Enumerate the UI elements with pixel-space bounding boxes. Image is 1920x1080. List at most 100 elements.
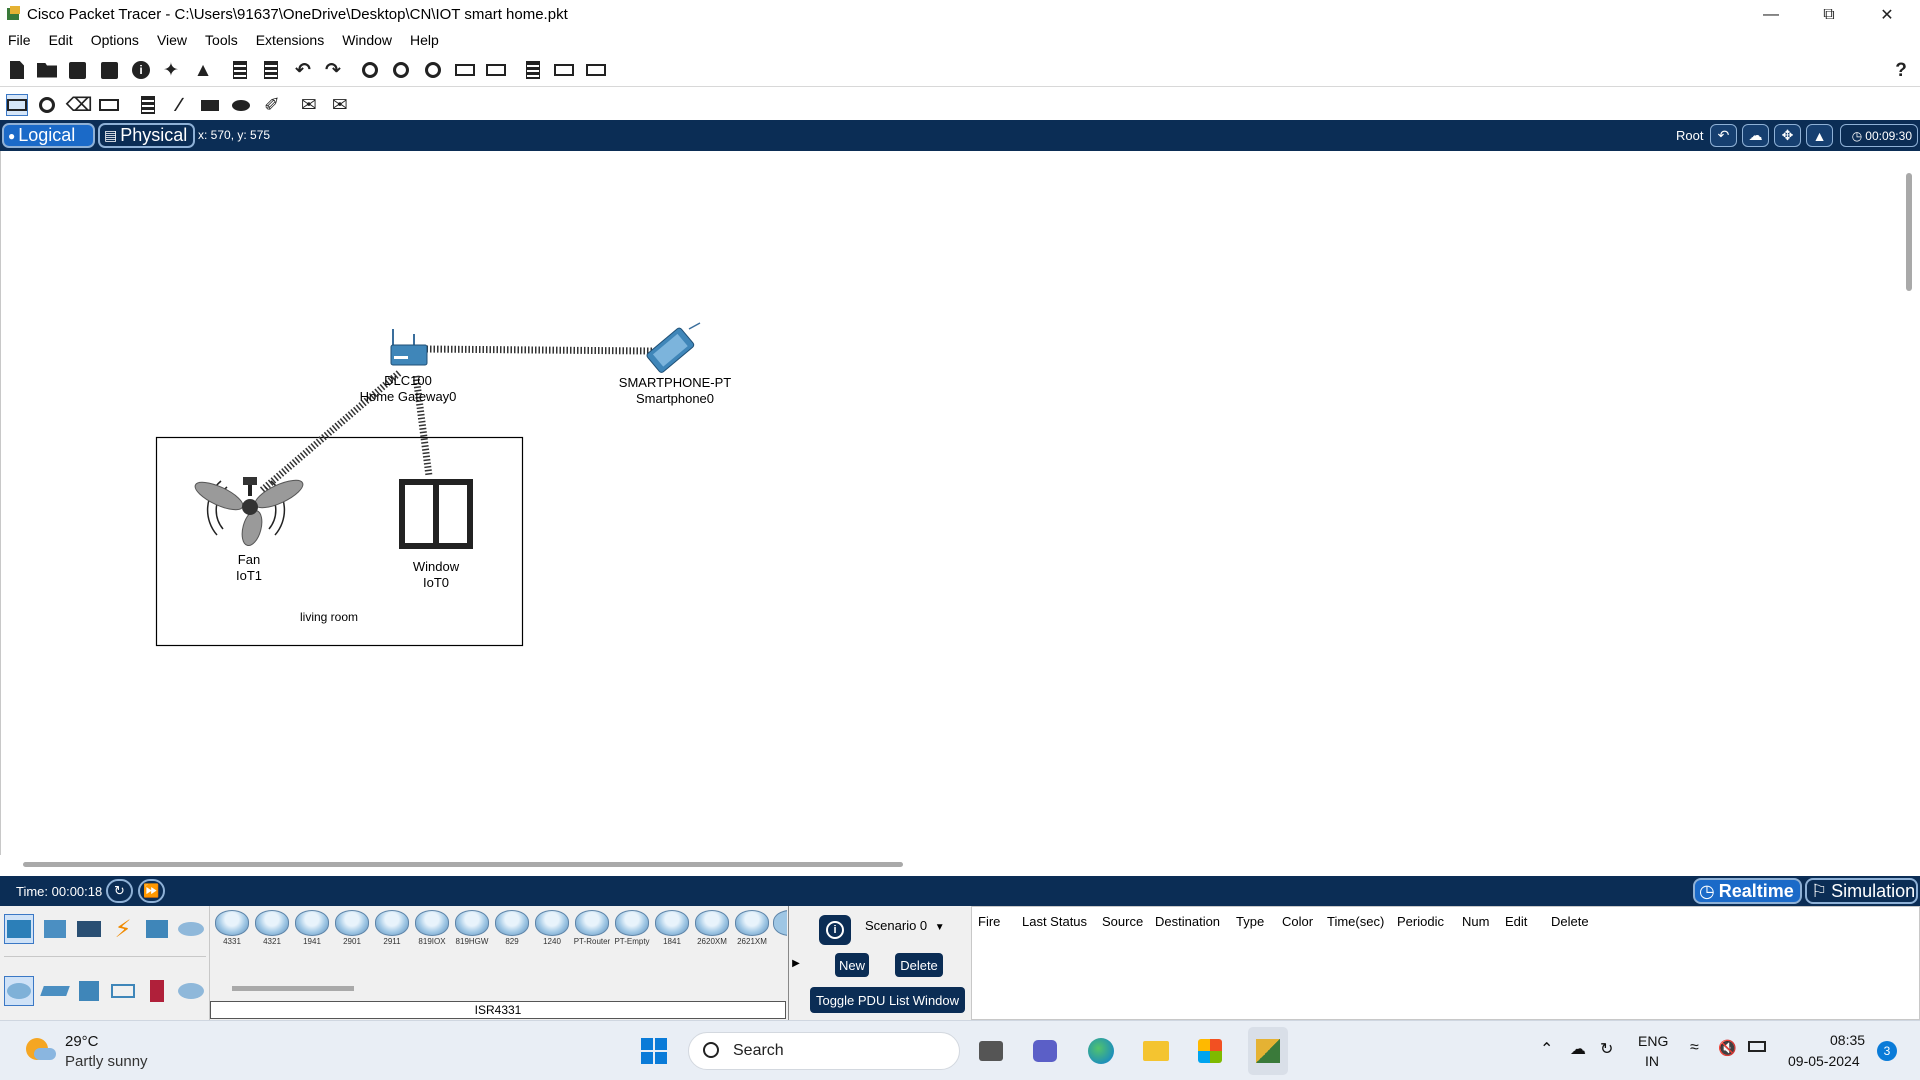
select-tool-button[interactable] [6,94,28,116]
speaker-muted-icon[interactable]: 🔇 [1718,1039,1737,1057]
router-item[interactable]: 4321 [253,910,291,946]
edge-button[interactable] [1084,1034,1118,1068]
horizontal-scrollbar[interactable] [23,862,903,867]
router-item[interactable]: 2621XM [733,910,771,946]
multiuser-category[interactable] [176,914,206,944]
pdu-column-header[interactable]: Time(sec) [1327,914,1384,929]
copy-button[interactable] [229,59,251,81]
tab-logical[interactable]: ● Logical [2,123,95,148]
sync-icon[interactable]: ↻ [1600,1039,1613,1059]
toggle-pdu-list-button[interactable]: Toggle PDU List Window [810,987,965,1013]
onedrive-cloud-icon[interactable]: ☁ [1570,1039,1586,1059]
notification-badge[interactable]: 3 [1877,1041,1897,1061]
router-item[interactable]: 4331 [213,910,251,946]
screenshot-button[interactable] [585,59,607,81]
menu-options[interactable]: Options [82,30,148,52]
menu-extensions[interactable]: Extensions [247,30,333,52]
menu-file[interactable]: File [0,30,40,52]
router-item-partial[interactable] [773,910,787,948]
close-button[interactable]: ✕ [1858,0,1916,30]
chevron-up-icon[interactable]: ⌃ [1540,1039,1553,1059]
language-line2[interactable]: IN [1645,1053,1659,1069]
menu-tools[interactable]: Tools [196,30,247,52]
pdu-column-header[interactable]: Source [1102,914,1143,929]
info-button[interactable]: i [130,59,152,81]
pdu-column-header[interactable]: Type [1236,914,1264,929]
pdu-column-header[interactable]: Delete [1551,914,1589,929]
move-object-button[interactable]: ✥ [1774,124,1801,147]
teams-button[interactable] [1028,1034,1062,1068]
router-item[interactable]: 1240 [533,910,571,946]
zoom-out-button[interactable] [422,59,444,81]
delete-scenario-button[interactable]: Delete [895,953,943,977]
store-button[interactable] [1193,1034,1227,1068]
router-item[interactable]: 819IOX [413,910,451,946]
inspect-tool-button[interactable] [36,94,58,116]
minimize-button[interactable]: — [1742,0,1800,30]
battery-icon[interactable] [1748,1041,1766,1052]
clock-time[interactable]: 08:35 [1830,1032,1865,1048]
end-devices-category[interactable] [40,914,70,944]
pdu-column-header[interactable]: Edit [1505,914,1527,929]
security-subcategory[interactable] [142,976,172,1006]
router-item[interactable]: 1841 [653,910,691,946]
task-view-button[interactable] [974,1034,1008,1068]
router-item[interactable]: 2901 [333,910,371,946]
connections-category[interactable]: ⚡ [108,914,138,944]
menu-edit[interactable]: Edit [40,30,82,52]
view-command-log-button[interactable] [522,59,544,81]
place-note-button[interactable] [137,94,159,116]
router-list-scrollbar[interactable] [232,986,354,991]
hubs-subcategory[interactable] [74,976,104,1006]
router-item[interactable]: 2620XM [693,910,731,946]
routers-subcategory[interactable] [4,976,34,1006]
network-wizard-button[interactable]: ✦ [160,59,182,81]
tab-realtime[interactable]: ◷ Realtime [1693,878,1802,904]
tab-physical[interactable]: ▤ Physical [98,123,195,148]
router-item[interactable]: 819HGW [453,910,491,946]
router-item[interactable]: 829 [493,910,531,946]
menu-view[interactable]: View [148,30,196,52]
pdu-column-header[interactable]: Periodic [1397,914,1444,929]
taskbar-search[interactable]: Search [688,1032,960,1070]
weather-widget[interactable] [22,1034,56,1068]
language-line1[interactable]: ENG [1638,1033,1668,1049]
tab-simulation[interactable]: ⚐ Simulation [1805,878,1918,904]
menu-help[interactable]: Help [401,30,448,52]
back-button[interactable]: ↶ [1710,124,1737,147]
help-button[interactable]: ? [1890,59,1912,81]
new-scenario-button[interactable]: New [835,953,869,977]
vertical-scrollbar[interactable] [1906,173,1912,291]
scenario-info-button[interactable]: i [819,915,851,945]
miscellaneous-category[interactable] [142,914,172,944]
pdu-column-header[interactable]: Fire [978,914,1000,929]
cluster-button[interactable] [553,59,575,81]
pdu-column-header[interactable]: Color [1282,914,1313,929]
logical-workspace[interactable]: DLC100 Home Gateway0 SMARTPHONE-PT Smart… [0,151,1920,867]
wan-emulation-subcategory[interactable] [176,976,206,1006]
save-button[interactable] [66,59,88,81]
pdu-column-header[interactable]: Last Status [1022,914,1087,929]
print-button[interactable] [98,59,120,81]
pdu-column-header[interactable]: Destination [1155,914,1220,929]
wifi-icon[interactable]: ≈ [1690,1039,1699,1057]
router-item[interactable]: 2911 [373,910,411,946]
menu-window[interactable]: Window [333,30,401,52]
switches-subcategory[interactable] [40,976,70,1006]
delete-tool-button[interactable]: ⌫ [66,94,93,116]
draw-ellipse-button[interactable] [230,94,252,116]
power-cycle-button[interactable]: ↻ [106,879,133,903]
freeform-button[interactable]: ✐ [261,94,283,116]
clock-date[interactable]: 09-05-2024 [1788,1053,1860,1069]
draw-line-button[interactable]: ∕ [168,94,190,116]
packet-tracer-taskbar-button[interactable] [1248,1027,1288,1075]
viewport-clock[interactable]: ◷ 00:09:30 [1840,124,1918,147]
zoom-in-button[interactable] [359,59,381,81]
draw-rectangle-button[interactable] [199,94,221,116]
undo-button[interactable]: ↶ [292,59,314,81]
redo-button[interactable]: ↷ [322,59,344,81]
zoom-reset-button[interactable] [390,59,412,81]
custom-device-button[interactable] [485,59,507,81]
drawing-palette-button[interactable] [454,59,476,81]
pdu-column-header[interactable]: Num [1462,914,1489,929]
